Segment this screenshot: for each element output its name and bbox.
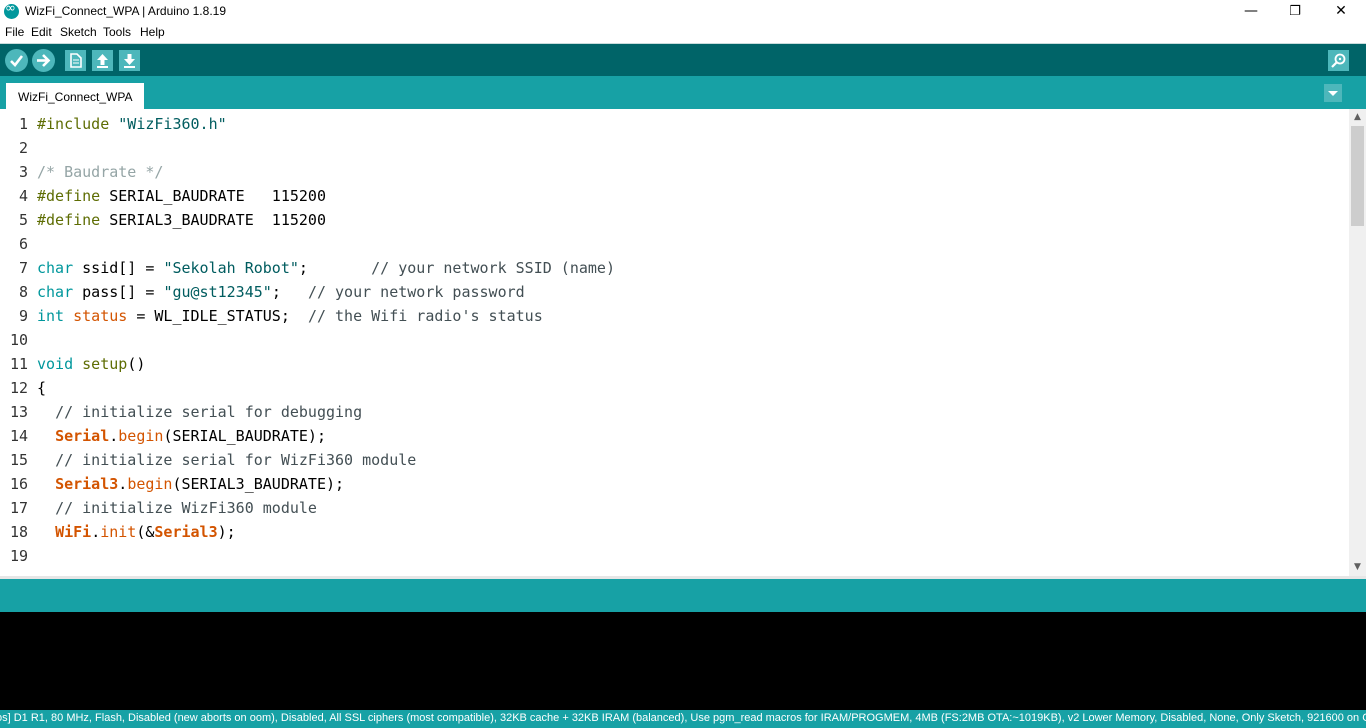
minimize-button[interactable]: — <box>1228 0 1274 23</box>
tab-menu-button[interactable] <box>1324 84 1342 102</box>
line-number: 3 <box>18 163 28 181</box>
menu-edit[interactable]: Edit <box>31 25 52 39</box>
menu-file[interactable]: File <box>5 25 24 39</box>
scroll-down-icon[interactable]: ▼ <box>1349 559 1366 576</box>
line-number: 12 <box>9 379 28 397</box>
code-line[interactable]: char pass[] = "gu@st12345"; // your netw… <box>37 280 525 304</box>
line-number: 14 <box>9 427 28 445</box>
verify-icon <box>10 55 24 67</box>
menu-bar: File Edit Sketch Tools Help <box>0 23 1366 43</box>
line-number: 13 <box>9 403 28 421</box>
code-line[interactable]: { <box>37 376 46 400</box>
status-bar: os] D1 R1, 80 MHz, Flash, Disabled (new … <box>0 710 1366 728</box>
line-number: 4 <box>18 187 28 205</box>
code-line[interactable]: char ssid[] = "Sekolah Robot"; // your n… <box>37 256 615 280</box>
serial-monitor-icon <box>1331 53 1346 68</box>
menu-sketch[interactable]: Sketch <box>60 25 97 39</box>
code-line[interactable]: WiFi.init(&Serial3); <box>37 520 236 544</box>
message-bar <box>0 579 1366 612</box>
code-line[interactable]: #include "WizFi360.h" <box>37 112 227 136</box>
chevron-down-icon <box>1328 91 1338 96</box>
code-line[interactable]: void setup() <box>37 352 145 376</box>
open-sketch-button[interactable] <box>92 50 113 71</box>
line-number: 2 <box>18 139 28 157</box>
line-number: 6 <box>18 235 28 253</box>
new-icon <box>70 53 82 68</box>
scrollbar-thumb[interactable] <box>1351 126 1364 226</box>
code-line[interactable]: // initialize serial for WizFi360 module <box>37 448 416 472</box>
code-editor[interactable]: 1 2 3 4 5 6 7 8 9 10 11 12 13 14 15 16 1… <box>0 109 1366 576</box>
editor-scrollbar[interactable]: ▲ ▼ <box>1349 109 1366 576</box>
tab-bar: WizFi_Connect_WPA <box>0 76 1366 109</box>
scroll-up-icon[interactable]: ▲ <box>1349 109 1366 126</box>
line-number: 9 <box>18 307 28 325</box>
line-number: 11 <box>9 355 28 373</box>
code-line[interactable]: int status = WL_IDLE_STATUS; // the Wifi… <box>37 304 543 328</box>
line-number: 17 <box>9 499 28 517</box>
line-number: 7 <box>18 259 28 277</box>
menu-tools[interactable]: Tools <box>103 25 131 39</box>
line-number: 10 <box>9 331 28 349</box>
code-line[interactable]: #define SERIAL_BAUDRATE 115200 <box>37 184 326 208</box>
close-button[interactable]: ✕ <box>1318 0 1364 23</box>
toolbar <box>0 43 1366 76</box>
upload-icon <box>37 54 51 67</box>
board-info: os] D1 R1, 80 MHz, Flash, Disabled (new … <box>0 712 1366 724</box>
line-number: 1 <box>18 115 28 133</box>
save-sketch-button[interactable] <box>119 50 140 71</box>
line-number: 19 <box>9 547 28 565</box>
code-line[interactable]: Serial.begin(SERIAL_BAUDRATE); <box>37 424 326 448</box>
output-console <box>0 612 1366 710</box>
maximize-button[interactable]: ❐ <box>1272 0 1318 23</box>
menu-help[interactable]: Help <box>140 25 165 39</box>
code-line[interactable]: /* Baudrate */ <box>37 160 163 184</box>
code-line[interactable]: #define SERIAL3_BAUDRATE 115200 <box>37 208 326 232</box>
line-number: 18 <box>9 523 28 541</box>
line-number-gutter: 1 2 3 4 5 6 7 8 9 10 11 12 13 14 15 16 1… <box>0 109 33 576</box>
line-number: 5 <box>18 211 28 229</box>
line-number: 16 <box>9 475 28 493</box>
line-number: 8 <box>18 283 28 301</box>
code-line[interactable]: Serial3.begin(SERIAL3_BAUDRATE); <box>37 472 344 496</box>
line-number: 15 <box>9 451 28 469</box>
code-line[interactable]: // initialize WizFi360 module <box>37 496 317 520</box>
title-bar: WizFi_Connect_WPA | Arduino 1.8.19 — ❐ ✕ <box>0 0 1366 23</box>
tab-wizfi-connect-wpa[interactable]: WizFi_Connect_WPA <box>6 83 144 109</box>
save-icon <box>124 54 135 68</box>
window-title: WizFi_Connect_WPA | Arduino 1.8.19 <box>25 4 226 18</box>
open-icon <box>97 54 108 68</box>
serial-monitor-button[interactable] <box>1328 50 1349 71</box>
tab-label: WizFi_Connect_WPA <box>18 90 133 104</box>
code-line[interactable]: // initialize serial for debugging <box>37 400 362 424</box>
verify-button[interactable] <box>5 49 28 72</box>
upload-button[interactable] <box>32 49 55 72</box>
arduino-logo-icon <box>4 1 19 19</box>
new-sketch-button[interactable] <box>65 50 86 71</box>
